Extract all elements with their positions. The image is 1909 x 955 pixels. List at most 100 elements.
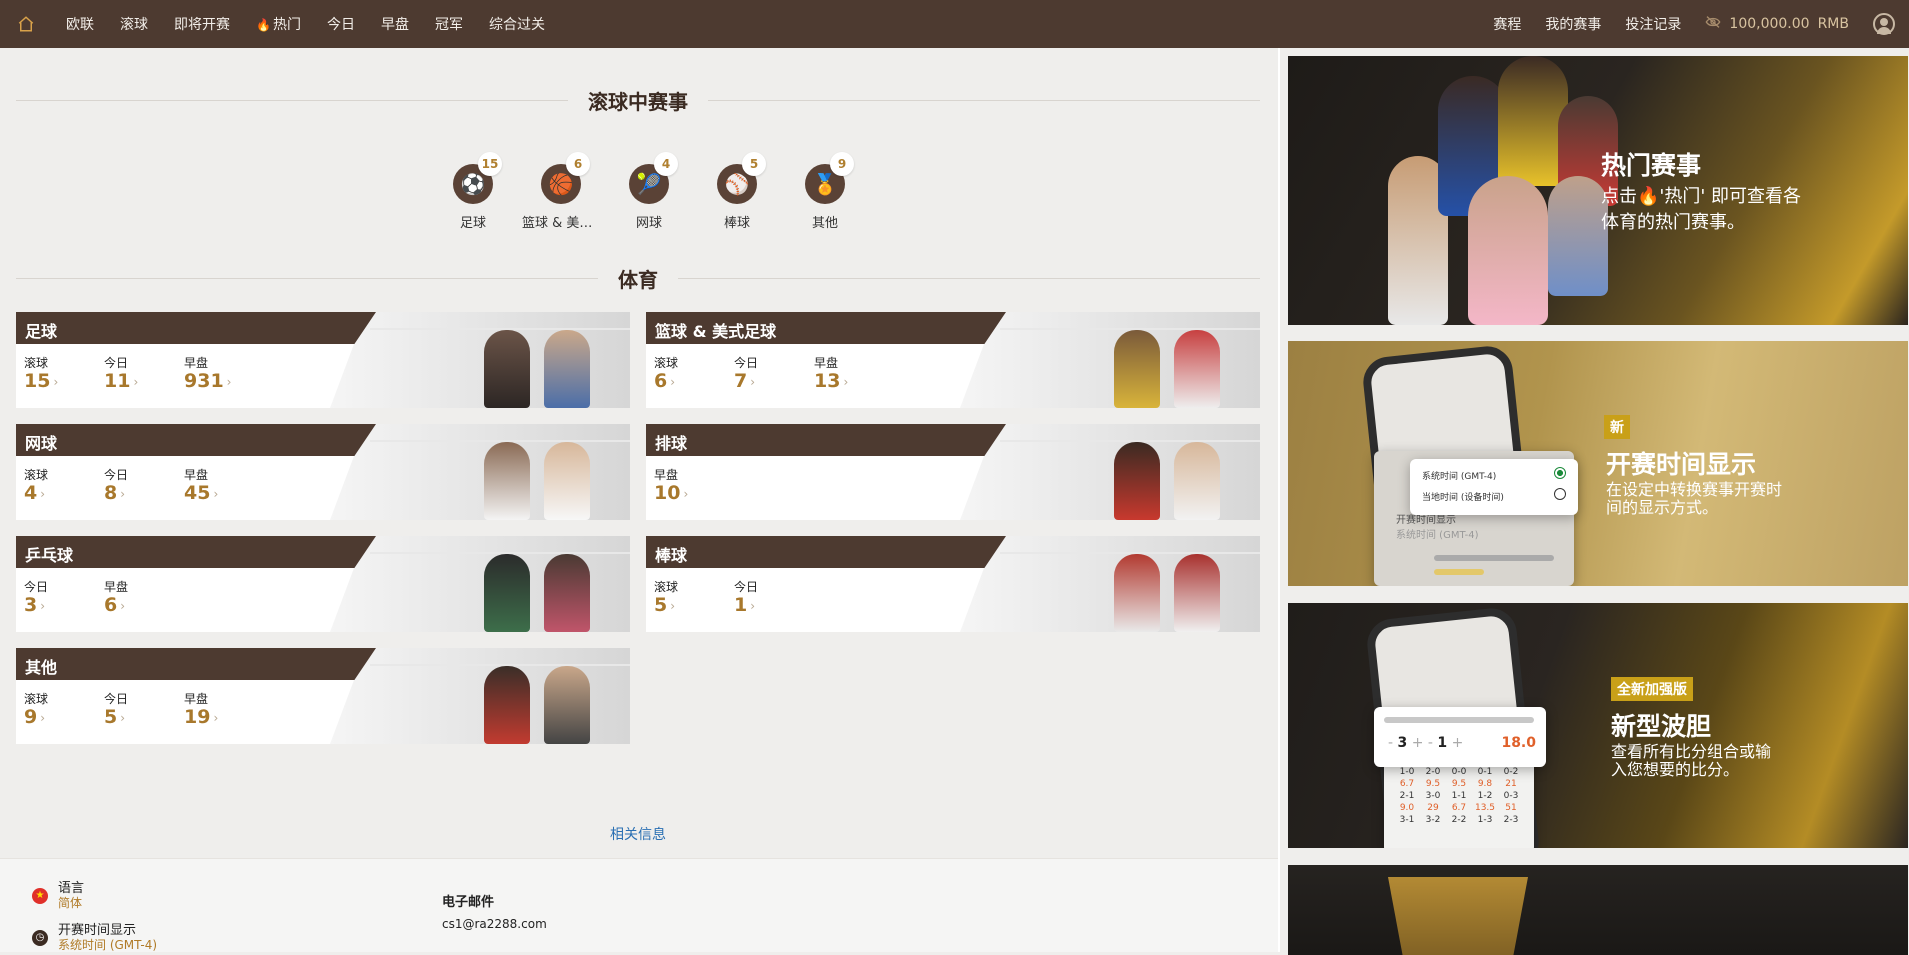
stat-in-play[interactable]: 滚球 15 (24, 356, 104, 393)
sport-card-volleyball[interactable]: 排球 早盘 10 (646, 424, 1260, 520)
stat-value: 11 (104, 370, 184, 393)
banner-title: 开赛时间显示 (1606, 450, 1757, 479)
live-item-tennis[interactable]: 🎾 4 网球 (616, 152, 682, 231)
flame-icon: 🔥 (256, 18, 271, 32)
stat-label: 今日 (734, 580, 759, 594)
stat-today[interactable]: 今日 1 (734, 580, 814, 617)
stat-in-play[interactable]: 滚球 4 (24, 468, 104, 505)
sport-card-tennis[interactable]: 网球 滚球4 今日8 早盘45 (16, 424, 630, 520)
nav-right: 赛程 我的赛事 投注记录 100,000.00 RMB (1493, 13, 1895, 35)
nav-early[interactable]: 早盘 (381, 14, 409, 34)
stat-label: 早盘 (184, 356, 209, 370)
odds-cell: 9.5 (1425, 779, 1441, 789)
sport-card-table-tennis[interactable]: 乒乓球 今日3 早盘6 (16, 536, 630, 632)
card-title: 乒乓球 (25, 546, 74, 565)
live-label: 其他 (811, 216, 838, 231)
live-title: 滚球中赛事 (588, 90, 688, 114)
away-score: 1 (1437, 735, 1448, 751)
live-count-badge: 4 (654, 152, 678, 176)
nav-schedule[interactable]: 赛程 (1493, 14, 1521, 34)
score-cell: 3-0 (1425, 791, 1441, 801)
card-title: 棒球 (655, 546, 688, 565)
option-system-time: 系统时间 (GMT-4) (1422, 472, 1497, 482)
banner-correct-score[interactable]: 1-0 2-0 0-0 0-1 0-2 6.7 9.5 9.5 9.8 21 2-1 3-0 1-1… (1288, 603, 1908, 848)
score-cell: 0-1 (1477, 767, 1493, 777)
stat-today[interactable]: 今日 7 (734, 356, 814, 393)
stat-early[interactable]: 早盘 19 (184, 692, 264, 729)
stat-in-play[interactable]: 滚球 5 (654, 580, 734, 617)
score-cell: 1-0 (1399, 767, 1415, 777)
odds-cell: 13.5 (1474, 803, 1496, 813)
live-item-baseball[interactable]: ⚾ 5 棒球 (704, 152, 770, 231)
stat-in-play[interactable]: 滚球 9 (24, 692, 104, 729)
stat-early[interactable]: 早盘 13 (814, 356, 894, 393)
clock-icon: ◷ (32, 929, 48, 946)
sport-card-other[interactable]: 其他 滚球9 今日5 早盘19 (16, 648, 630, 744)
user-avatar-icon[interactable] (1873, 13, 1895, 35)
stat-value: 5 (654, 594, 734, 617)
stat-in-play[interactable]: 滚球 6 (654, 356, 734, 393)
card-header: 足球 (16, 312, 376, 344)
nav-starting-soon[interactable]: 即将开赛 (174, 14, 230, 34)
stat-label: 早盘 (104, 580, 129, 594)
banner-hot-events[interactable]: 热门赛事 点击🔥'热门' 即可查看各 体育的热门赛事。 (1288, 56, 1908, 325)
banner-subtitle: 点击🔥'热门' 即可查看各 体育的热门赛事。 (1601, 184, 1801, 236)
banner-kickoff-time-display[interactable]: 开赛时间显示 系统时间 (GMT-4) 系统时间 (GMT-4) 当地时间 (设… (1288, 341, 1908, 586)
sport-card-basketball[interactable]: 篮球 & 美式足球 滚球6 今日7 早盘13 (646, 312, 1260, 408)
language-setting[interactable]: ★ 语言 简体 (32, 881, 84, 910)
banner-leagues[interactable] (1288, 865, 1908, 955)
odds-cell: 9.0 (1399, 803, 1415, 813)
nav-europa-league[interactable]: 欧联 (66, 14, 94, 34)
new-tag: 新 (1604, 415, 1630, 439)
language-value: 简体 (58, 896, 83, 910)
stat-early[interactable]: 早盘 10 (654, 468, 734, 505)
score-cell: 0-3 (1503, 791, 1519, 801)
email-title: 电子邮件 (442, 895, 495, 910)
card-header: 棒球 (646, 536, 1006, 568)
card-header: 乒乓球 (16, 536, 376, 568)
score-cell: 2-1 (1399, 791, 1415, 801)
stat-today[interactable]: 今日 11 (104, 356, 184, 393)
live-item-other[interactable]: 🏅 9 其他 (792, 152, 858, 231)
nav-my-events[interactable]: 我的赛事 (1545, 14, 1601, 34)
main-content: 滚球中赛事 ⚽ 15 足球 🏀 6 篮球 & 美式足球 🎾 4 网球 ⚾ 5 棒… (0, 48, 1278, 952)
eye-hidden-icon[interactable] (1705, 15, 1721, 33)
stat-value: 1 (734, 594, 814, 617)
stat-today[interactable]: 今日 8 (104, 468, 184, 505)
live-item-soccer[interactable]: ⚽ 15 足球 (440, 152, 506, 231)
nav-bet-history[interactable]: 投注记录 (1625, 14, 1681, 34)
time-display-setting[interactable]: ◷ 开赛时间显示 系统时间 (GMT-4) (32, 923, 157, 952)
balance-currency: RMB (1817, 16, 1849, 32)
sport-photo (960, 312, 1260, 408)
players-image (1368, 56, 1618, 325)
live-item-basketball[interactable]: 🏀 6 篮球 & 美式足球 (522, 152, 600, 231)
odds-cell: 9.5 (1451, 779, 1467, 789)
score-cell: 0-2 (1503, 767, 1519, 777)
stat-label: 今日 (104, 468, 129, 482)
nav-hot[interactable]: 🔥 热门 (256, 14, 301, 34)
sport-photo (330, 536, 630, 632)
sports-title: 体育 (618, 268, 658, 292)
live-label: 篮球 & 美式足球 (522, 216, 600, 231)
stat-value: 7 (734, 370, 814, 393)
related-info-link[interactable]: 相关信息 (610, 824, 666, 844)
email-address[interactable]: cs1@ra2288.com (442, 917, 547, 931)
home-icon[interactable] (14, 12, 38, 36)
nav-today[interactable]: 今日 (327, 14, 355, 34)
stat-value: 10 (654, 482, 734, 505)
live-count-badge: 15 (478, 152, 502, 176)
sport-card-baseball[interactable]: 棒球 滚球5 今日1 (646, 536, 1260, 632)
stat-early[interactable]: 早盘 6 (104, 580, 184, 617)
stat-today[interactable]: 今日 5 (104, 692, 184, 729)
stat-value: 931 (184, 370, 264, 393)
stat-today[interactable]: 今日 3 (24, 580, 104, 617)
sport-card-soccer[interactable]: 足球 滚球15 今日11 早盘931 (16, 312, 630, 408)
stat-early[interactable]: 早盘 45 (184, 468, 264, 505)
nav-outright[interactable]: 冠军 (435, 14, 463, 34)
stat-label: 早盘 (184, 692, 209, 706)
banner-title: 新型波胆 (1611, 712, 1712, 741)
nav-parlay[interactable]: 综合过关 (489, 14, 545, 34)
stat-early[interactable]: 早盘 931 (184, 356, 264, 393)
stat-value: 15 (24, 370, 104, 393)
nav-in-play[interactable]: 滚球 (120, 14, 148, 34)
